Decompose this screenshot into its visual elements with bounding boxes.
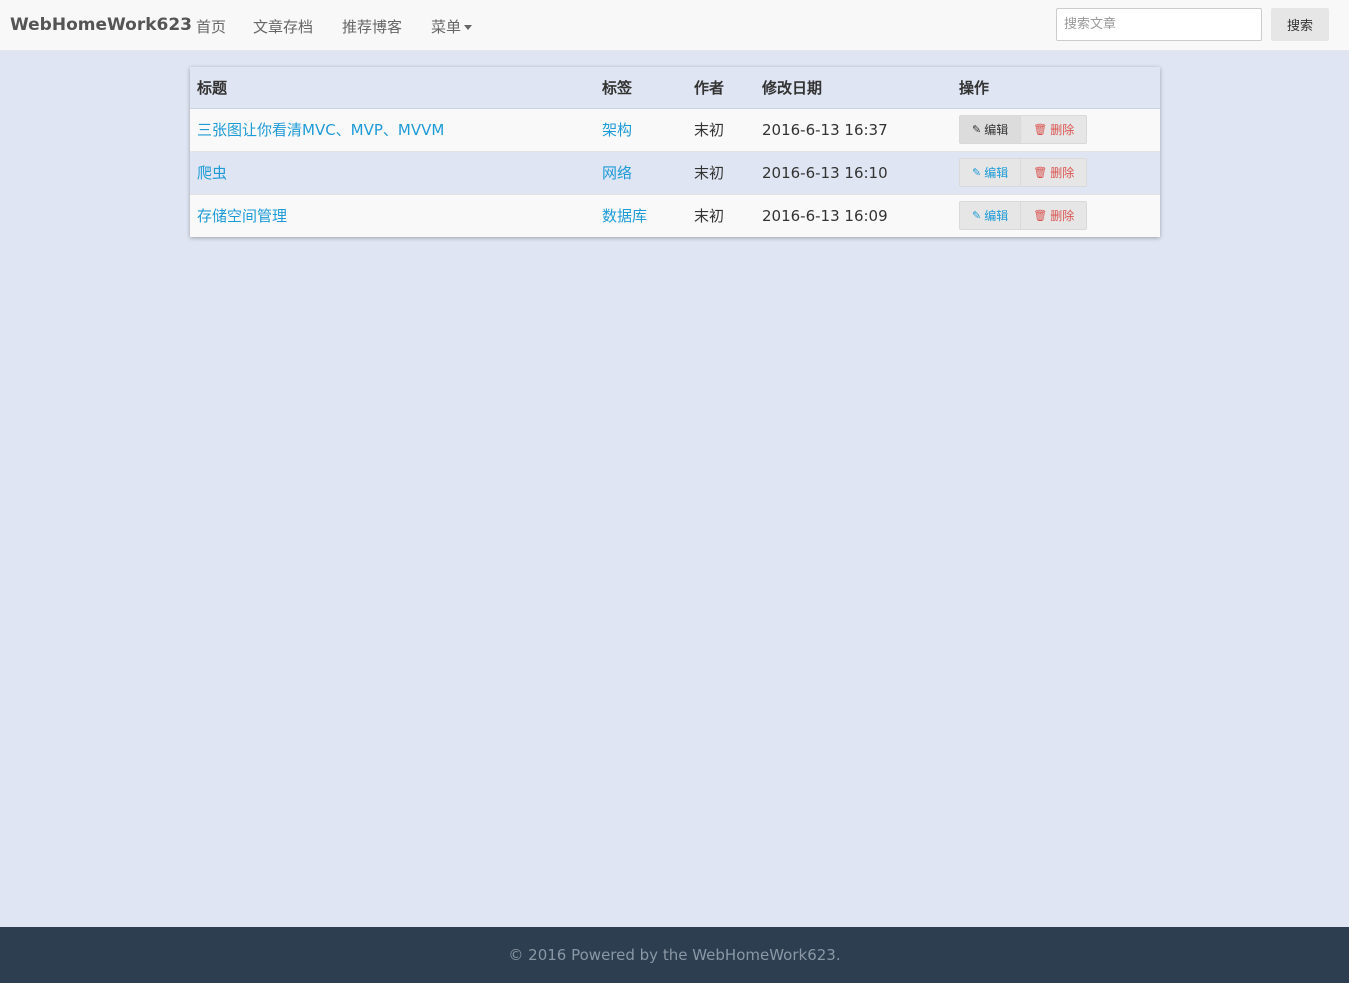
table-row: 存储空间管理 数据库 末初 2016-6-13 16:09 ✎ 编辑 🗑 删除	[190, 193, 1160, 237]
search-button[interactable]: 搜索	[1271, 8, 1329, 41]
footer: © 2016 Powered by the WebHomeWork623.	[0, 927, 1349, 983]
article-date: 2016-6-13 16:09	[755, 193, 952, 237]
navbar: WebHomeWork623 首页 文章存档 推荐博客 菜单 搜索	[0, 0, 1349, 51]
article-tag-link[interactable]: 数据库	[602, 207, 647, 225]
delete-button[interactable]: 🗑 删除	[1021, 115, 1088, 144]
nav-menu-dropdown[interactable]: 菜单	[431, 16, 473, 37]
nav-recommended-blogs[interactable]: 推荐博客	[342, 16, 402, 37]
header-actions: 操作	[952, 67, 1160, 109]
table-row: 爬虫 网络 末初 2016-6-13 16:10 ✎ 编辑 🗑 删除	[190, 150, 1160, 194]
delete-button[interactable]: 🗑 删除	[1021, 201, 1088, 231]
nav-menu-label: 菜单	[431, 18, 462, 36]
nav-home[interactable]: 首页	[196, 16, 226, 37]
article-date: 2016-6-13 16:37	[755, 107, 952, 151]
edit-label: 编辑	[984, 209, 1009, 224]
edit-button[interactable]: ✎ 编辑	[959, 115, 1022, 144]
caret-down-icon	[464, 25, 473, 30]
delete-label: 删除	[1050, 166, 1075, 180]
edit-icon: ✎	[972, 123, 982, 136]
article-author: 末初	[687, 150, 755, 194]
article-tag-link[interactable]: 网络	[602, 164, 632, 182]
edit-icon: ✎	[972, 166, 982, 179]
table-header-row: 标题 标签 作者 修改日期 操作	[190, 67, 1160, 109]
trash-icon: 🗑	[1033, 166, 1048, 179]
trash-icon: 🗑	[1033, 209, 1048, 223]
row-actions: ✎ 编辑 🗑 删除	[959, 158, 1088, 187]
article-date: 2016-6-13 16:10	[755, 150, 952, 194]
articles-table-card: 标题 标签 作者 修改日期 操作 三张图让你看清MVC、MVP、MVVM 架构 …	[190, 67, 1160, 237]
footer-text: © 2016 Powered by the WebHomeWork623.	[508, 946, 841, 964]
row-actions: ✎ 编辑 🗑 删除	[959, 115, 1088, 144]
brand-link[interactable]: WebHomeWork623	[10, 15, 192, 35]
row-actions: ✎ 编辑 🗑 删除	[959, 201, 1088, 231]
articles-table: 标题 标签 作者 修改日期 操作 三张图让你看清MVC、MVP、MVVM 架构 …	[190, 67, 1160, 237]
search-input[interactable]	[1056, 8, 1262, 41]
article-author: 末初	[687, 193, 755, 237]
article-title-link[interactable]: 爬虫	[197, 164, 227, 182]
edit-icon: ✎	[972, 209, 982, 223]
delete-label: 删除	[1050, 209, 1075, 224]
edit-label: 编辑	[984, 123, 1009, 137]
article-title-link[interactable]: 三张图让你看清MVC、MVP、MVVM	[197, 121, 444, 139]
header-date: 修改日期	[755, 67, 952, 109]
nav-archive[interactable]: 文章存档	[253, 16, 313, 37]
article-author: 末初	[687, 107, 755, 151]
header-tag: 标签	[595, 67, 687, 109]
trash-icon: 🗑	[1033, 123, 1048, 136]
delete-label: 删除	[1050, 123, 1075, 137]
edit-label: 编辑	[984, 166, 1009, 180]
edit-button[interactable]: ✎ 编辑	[959, 158, 1022, 187]
table-row: 三张图让你看清MVC、MVP、MVVM 架构 末初 2016-6-13 16:3…	[190, 107, 1160, 151]
article-title-link[interactable]: 存储空间管理	[197, 207, 287, 225]
header-author: 作者	[687, 67, 755, 109]
delete-button[interactable]: 🗑 删除	[1021, 158, 1088, 187]
header-title: 标题	[190, 67, 595, 109]
article-tag-link[interactable]: 架构	[602, 121, 632, 139]
edit-button[interactable]: ✎ 编辑	[959, 201, 1022, 231]
